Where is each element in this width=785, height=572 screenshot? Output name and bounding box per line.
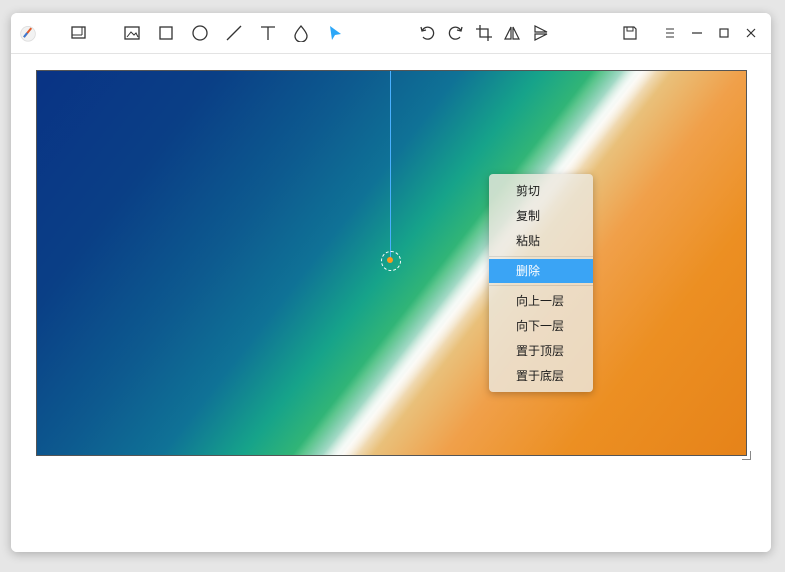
undo-icon[interactable]: [416, 22, 438, 44]
app-logo-icon[interactable]: [17, 22, 39, 44]
crop-icon[interactable]: [473, 22, 495, 44]
rotation-handle-dot[interactable]: [387, 257, 393, 263]
screenshot-icon[interactable]: [67, 22, 89, 44]
menu-item-copy[interactable]: 复制: [489, 204, 593, 228]
redo-icon[interactable]: [445, 22, 467, 44]
save-icon[interactable]: [619, 22, 641, 44]
minimize-icon[interactable]: [686, 22, 708, 44]
ellipse-icon[interactable]: [189, 22, 211, 44]
menu-separator: [489, 285, 593, 286]
blur-icon[interactable]: [290, 22, 312, 44]
line-icon[interactable]: [223, 22, 245, 44]
select-pointer-icon[interactable]: [324, 22, 346, 44]
app-window: 剪切 复制 粘贴 删除 向上一层 向下一层 置于顶层 置于底层: [11, 13, 771, 552]
context-menu: 剪切 复制 粘贴 删除 向上一层 向下一层 置于顶层 置于底层: [489, 174, 593, 392]
menu-item-cut[interactable]: 剪切: [489, 179, 593, 203]
menu-item-paste[interactable]: 粘贴: [489, 229, 593, 253]
menu-item-send-to-back[interactable]: 置于底层: [489, 364, 593, 388]
flip-icon[interactable]: [501, 22, 523, 44]
menu-item-raise-layer[interactable]: 向上一层: [489, 289, 593, 313]
menu-separator: [489, 256, 593, 257]
menu-item-delete[interactable]: 删除: [489, 259, 593, 283]
flip-vertical-icon[interactable]: [530, 22, 552, 44]
rectangle-icon[interactable]: [155, 22, 177, 44]
close-icon[interactable]: [740, 22, 762, 44]
rotation-guide-line: [390, 71, 391, 259]
maximize-icon[interactable]: [713, 22, 735, 44]
menu-icon[interactable]: [659, 22, 681, 44]
toolbar: [11, 13, 771, 54]
resize-handle[interactable]: [742, 451, 751, 460]
menu-item-bring-to-front[interactable]: 置于顶层: [489, 339, 593, 363]
image-icon[interactable]: [121, 22, 143, 44]
beach-image[interactable]: [36, 70, 747, 456]
text-icon[interactable]: [257, 22, 279, 44]
menu-item-lower-layer[interactable]: 向下一层: [489, 314, 593, 338]
